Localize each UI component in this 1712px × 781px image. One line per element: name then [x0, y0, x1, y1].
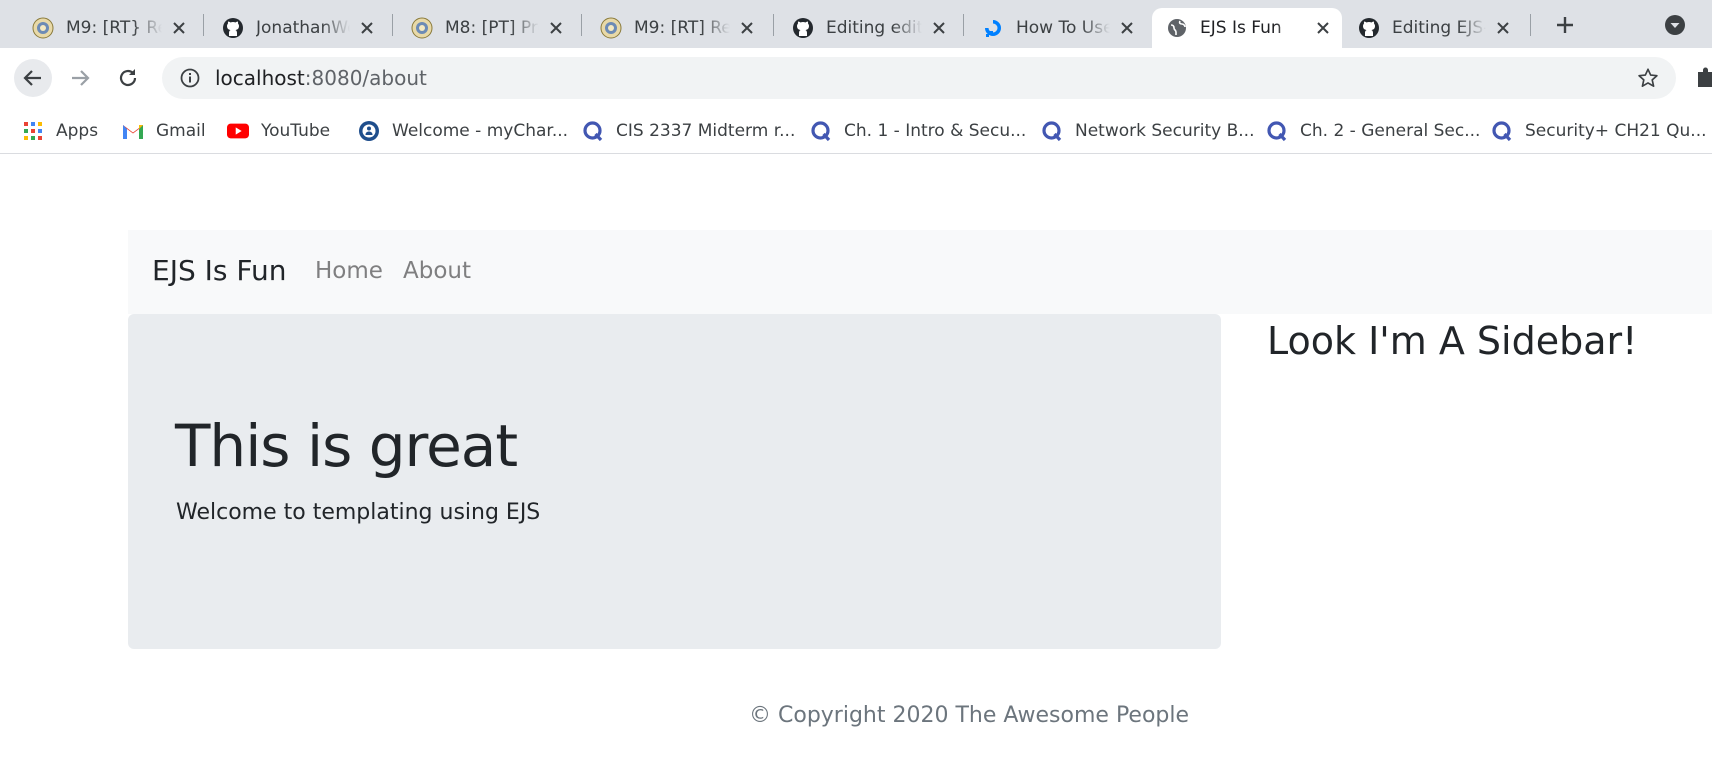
bookmark-quizlet[interactable]: Ch. 1 - Intro & Secu... [810, 116, 1026, 146]
tab-title: M9: [RT] Rea [634, 18, 730, 38]
browser-tab[interactable]: M9: [RT} Read [18, 8, 198, 48]
quizlet-icon [810, 120, 832, 142]
bookmark-youtube[interactable]: YouTube [227, 116, 330, 146]
close-icon[interactable] [930, 19, 948, 37]
site-navbar: EJS Is Fun Home About [128, 230, 1712, 314]
jumbotron-title: This is great [175, 412, 518, 480]
browser-tab[interactable]: How To Use [968, 8, 1146, 48]
mychart-icon [358, 120, 380, 142]
forward-button[interactable] [61, 59, 99, 97]
browser-tab-active[interactable]: EJS Is Fun [1152, 8, 1342, 48]
chevron-down-icon [1665, 15, 1685, 35]
bookmark-quizlet[interactable]: Network Security B... [1041, 116, 1254, 146]
jumbotron: This is great Welcome to templating usin… [128, 314, 1221, 649]
tab-divider [392, 14, 393, 36]
browser-toolbar: localhost:8080/about [0, 48, 1712, 108]
arrow-left-icon [23, 70, 41, 86]
browser-tab[interactable]: M9: [RT] Rea [586, 8, 766, 48]
bookmark-quizlet[interactable]: Ch. 2 - General Sec... [1266, 116, 1480, 146]
bookmark-label: Security+ CH21 Qu... [1525, 121, 1707, 141]
browser-tab[interactable]: JonathanWe [208, 8, 386, 48]
nav-link-home[interactable]: Home [315, 258, 383, 284]
browser-tab[interactable]: M8: [PT] Proj [397, 8, 575, 48]
close-icon[interactable] [1314, 19, 1332, 37]
quizlet-icon [1491, 120, 1513, 142]
reload-button[interactable] [109, 59, 147, 97]
footer-copyright: © Copyright 2020 The Awesome People [749, 703, 1190, 728]
tab-search-button[interactable] [1660, 10, 1690, 40]
tab-divider [773, 14, 774, 36]
tab-strip: M9: [RT} Read JonathanWe M8: [PT] Proj M… [0, 0, 1712, 48]
sidebar-heading: Look I'm A Sidebar! [1267, 319, 1638, 363]
page-viewport: EJS Is Fun Home About This is great Welc… [0, 155, 1712, 781]
github-icon [792, 17, 814, 39]
arrow-right-icon [72, 70, 90, 86]
tab-divider [203, 14, 204, 36]
jumbotron-lead: Welcome to templating using EJS [176, 500, 541, 525]
bookmark-label: Welcome - myChar... [392, 121, 569, 141]
tab-title: JonathanWe [256, 18, 350, 38]
address-bar[interactable]: localhost:8080/about [162, 57, 1676, 99]
extensions-puzzle-icon[interactable] [1696, 65, 1712, 89]
tab-title: Editing editi [826, 18, 922, 38]
info-icon[interactable] [179, 67, 201, 89]
url-path: :8080/about [304, 66, 427, 90]
globe-icon [1166, 17, 1188, 39]
github-icon [1358, 17, 1380, 39]
bookmark-quizlet[interactable]: Security+ CH21 Qu... [1491, 116, 1707, 146]
bookmark-label: Apps [56, 121, 99, 141]
close-icon[interactable] [1118, 19, 1136, 37]
tab-divider [581, 14, 582, 36]
browser-tab[interactable]: Editing editi [778, 8, 958, 48]
bookmark-label: Network Security B... [1075, 121, 1255, 141]
tab-title: M8: [PT] Proj [445, 18, 539, 38]
url-host: localhost [215, 66, 305, 90]
bookmark-label: Gmail [156, 121, 206, 141]
digitalocean-icon [982, 17, 1004, 39]
plus-icon [1557, 17, 1573, 33]
bookmark-label: YouTube [261, 121, 331, 141]
bookmark-label: Ch. 2 - General Sec... [1300, 121, 1481, 141]
bookmarks-bar: Apps Gmail YouTube Welcome - myChar... C… [0, 108, 1712, 154]
tab-divider [1530, 14, 1531, 36]
tab-title: Editing EJS- [1392, 18, 1486, 38]
close-icon[interactable] [738, 19, 756, 37]
reload-icon [119, 69, 137, 87]
close-icon[interactable] [358, 19, 376, 37]
close-icon[interactable] [1494, 19, 1512, 37]
tab-title: EJS Is Fun [1200, 18, 1282, 38]
bookmark-label: Ch. 1 - Intro & Secu... [844, 121, 1027, 141]
close-icon[interactable] [547, 19, 565, 37]
course-seal-icon [600, 17, 622, 39]
quizlet-icon [1266, 120, 1288, 142]
bookmark-mychart[interactable]: Welcome - myChar... [358, 116, 568, 146]
quizlet-icon [582, 120, 604, 142]
bookmark-label: CIS 2337 Midterm r... [616, 121, 796, 141]
nav-link-about[interactable]: About [403, 258, 471, 284]
apps-grid-icon [22, 120, 44, 142]
tab-title: M9: [RT} Read [66, 18, 162, 38]
github-icon [222, 17, 244, 39]
bookmark-apps[interactable]: Apps [22, 116, 98, 146]
star-icon[interactable] [1636, 66, 1660, 90]
bookmark-gmail[interactable]: Gmail [122, 116, 206, 146]
url-text[interactable]: localhost:8080/about [215, 66, 427, 90]
tab-title: How To Use [1016, 18, 1110, 38]
gmail-icon [122, 120, 144, 142]
quizlet-icon [1041, 120, 1063, 142]
youtube-icon [227, 120, 249, 142]
tab-divider [963, 14, 964, 36]
course-seal-icon [411, 17, 433, 39]
back-button[interactable] [14, 59, 52, 97]
close-icon[interactable] [170, 19, 188, 37]
new-tab-button[interactable] [1548, 10, 1582, 40]
course-seal-icon [32, 17, 54, 39]
browser-tab[interactable]: Editing EJS- [1344, 8, 1522, 48]
bookmark-quizlet[interactable]: CIS 2337 Midterm r... [582, 116, 795, 146]
site-brand[interactable]: EJS Is Fun [152, 254, 286, 287]
